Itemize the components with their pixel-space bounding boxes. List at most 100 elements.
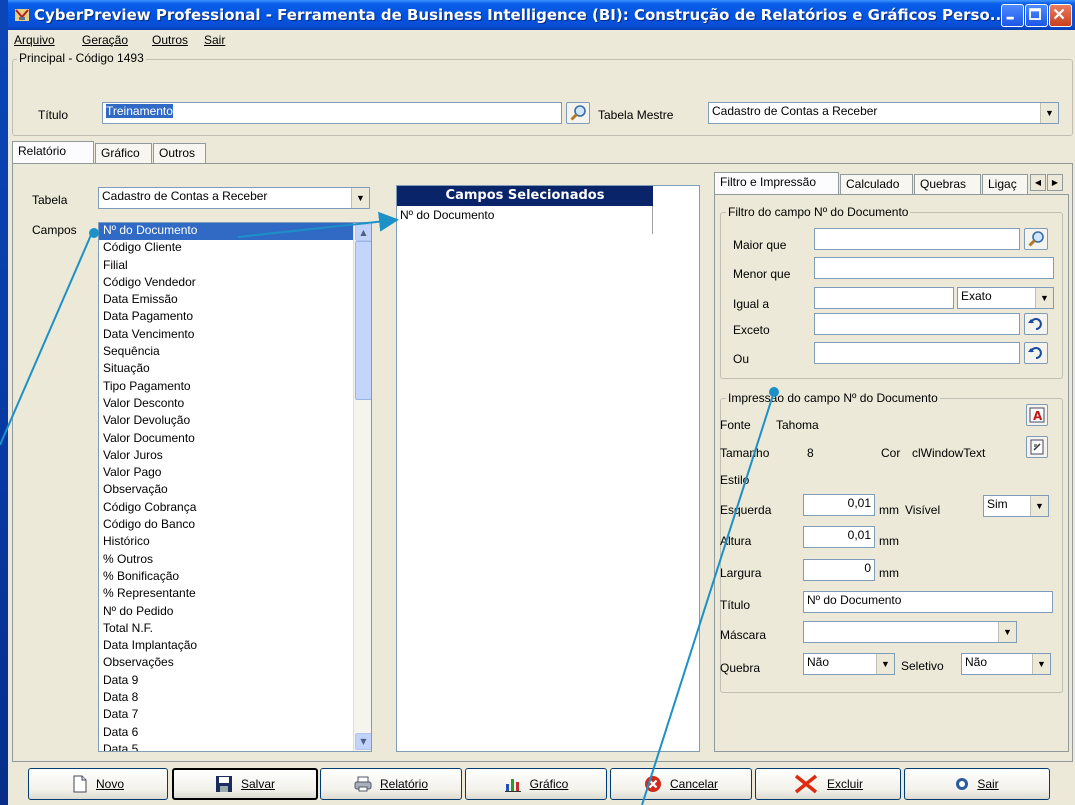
campos-scrollbar[interactable]: ▲ ▼ — [353, 223, 371, 751]
list-item[interactable]: Data Vencimento — [99, 327, 371, 344]
scroll-up-icon[interactable]: ▲ — [355, 224, 371, 241]
scroll-thumb[interactable] — [355, 241, 371, 400]
menor-que-input[interactable] — [814, 257, 1054, 279]
list-item[interactable]: Valor Juros — [99, 448, 371, 465]
scroll-down-icon[interactable]: ▼ — [355, 733, 371, 750]
chevron-down-icon[interactable]: ▼ — [351, 188, 369, 208]
list-item[interactable]: Nº do Pedido — [99, 604, 371, 621]
chevron-down-icon[interactable]: ▼ — [876, 654, 894, 674]
salvar-button[interactable]: Salvar — [172, 768, 318, 800]
tab-quebras[interactable]: Quebras — [914, 174, 981, 195]
close-button[interactable] — [1049, 4, 1072, 27]
igual-a-input[interactable] — [814, 287, 954, 309]
grafico-button[interactable]: Gráfico — [465, 768, 607, 800]
list-item[interactable]: Data 7 — [99, 707, 371, 724]
igual-mode-select[interactable]: Exato ▼ — [957, 287, 1054, 309]
visivel-select[interactable]: Sim ▼ — [983, 495, 1049, 517]
menu-geracao[interactable]: Geração — [82, 33, 128, 47]
list-item[interactable]: Código Vendedor — [99, 275, 371, 292]
selected-item[interactable]: Nº do Documento — [400, 208, 494, 222]
excluir-button[interactable]: Excluir — [755, 768, 901, 800]
list-item[interactable]: Data Emissão — [99, 292, 371, 309]
tab-calculado[interactable]: Calculado — [840, 174, 913, 195]
igual-mode-value: Exato — [961, 289, 992, 303]
tabela-mestre-select[interactable]: Cadastro de Contas a Receber ▼ — [708, 102, 1059, 124]
titulo-campo-input[interactable]: Nº do Documento — [803, 591, 1053, 613]
minimize-button[interactable] — [1001, 4, 1024, 27]
tab-ligacoes[interactable]: Ligaç — [982, 174, 1028, 195]
campos-selecionados-listbox[interactable]: Campos Selecionados Nº do Documento — [396, 185, 700, 752]
list-item[interactable]: Histórico — [99, 534, 371, 551]
maior-que-input[interactable] — [814, 228, 1020, 250]
list-item[interactable]: Código Cobrança — [99, 500, 371, 517]
titulo-input[interactable]: Treinamento — [102, 102, 562, 124]
list-item[interactable]: Código Cliente — [99, 240, 371, 257]
quebra-label: Quebra — [720, 661, 761, 675]
tab-relatorio[interactable]: Relatório — [12, 141, 94, 164]
altura-input[interactable]: 0,01 — [803, 526, 875, 548]
menu-sair[interactable]: Sair — [204, 33, 225, 47]
list-item[interactable]: Situação — [99, 361, 371, 378]
list-item[interactable]: Nº do Documento — [99, 223, 371, 241]
tab-outros[interactable]: Outros — [153, 143, 206, 164]
color-picker-icon — [1030, 439, 1044, 455]
mascara-select[interactable]: ▼ — [803, 621, 1017, 643]
exceto-undo-button[interactable] — [1024, 313, 1048, 335]
exceto-input[interactable] — [814, 313, 1020, 335]
cor-button[interactable] — [1026, 436, 1048, 458]
novo-button[interactable]: Novo — [28, 768, 168, 800]
menu-arquivo[interactable]: Arquivo — [14, 33, 55, 47]
fonte-button[interactable]: A — [1026, 404, 1048, 426]
list-item[interactable]: Valor Devolução — [99, 413, 371, 430]
chevron-down-icon[interactable]: ▼ — [1030, 496, 1048, 516]
list-item[interactable]: Filial — [99, 258, 371, 275]
list-item[interactable]: Data 9 — [99, 673, 371, 690]
list-item[interactable]: % Bonificação — [99, 569, 371, 586]
list-item[interactable]: % Representante — [99, 586, 371, 603]
maior-que-search-button[interactable] — [1024, 228, 1048, 250]
ou-input[interactable] — [814, 342, 1020, 364]
chevron-down-icon[interactable]: ▼ — [1035, 288, 1053, 308]
titulo-value: Treinamento — [106, 104, 173, 118]
titulo-label: Título — [38, 108, 69, 122]
list-item[interactable]: Data 8 — [99, 690, 371, 707]
list-item[interactable]: Código do Banco — [99, 517, 371, 534]
list-item[interactable]: Total N.F. — [99, 621, 371, 638]
list-item[interactable]: Observações — [99, 655, 371, 672]
cancelar-button[interactable]: Cancelar — [610, 768, 752, 800]
list-item[interactable]: % Outros — [99, 552, 371, 569]
titulo-search-button[interactable] — [566, 102, 590, 124]
tab-grafico[interactable]: Gráfico — [95, 143, 152, 164]
chevron-down-icon[interactable]: ▼ — [1040, 103, 1058, 123]
tab-scroll-left-icon[interactable]: ◀ — [1030, 174, 1046, 191]
list-item[interactable]: Data Pagamento — [99, 309, 371, 326]
list-item[interactable]: Valor Documento — [99, 431, 371, 448]
list-item[interactable]: Data 5 — [99, 742, 371, 751]
sair-button[interactable]: Sair — [904, 768, 1050, 800]
title-bar[interactable]: CyberPreview Professional - Ferramenta d… — [8, 0, 1075, 30]
tabela-select[interactable]: Cadastro de Contas a Receber ▼ — [98, 187, 370, 209]
list-item[interactable]: Sequência — [99, 344, 371, 361]
campos-listbox[interactable]: Nº do Documento Código Cliente Filial Códig… — [98, 222, 372, 752]
tab-scroll-right-icon[interactable]: ▶ — [1047, 174, 1063, 191]
list-item[interactable]: Observação — [99, 482, 371, 499]
chevron-down-icon[interactable]: ▼ — [1032, 654, 1050, 674]
list-item[interactable]: Valor Pago — [99, 465, 371, 482]
relatorio-button[interactable]: Relatório — [320, 768, 462, 800]
list-item[interactable]: Valor Desconto — [99, 396, 371, 413]
ou-undo-button[interactable] — [1024, 342, 1048, 364]
menu-bar: Arquivo Geração Outros Sair — [8, 30, 1075, 50]
largura-input[interactable]: 0 — [803, 559, 875, 581]
app-window: CyberPreview Professional - Ferramenta d… — [8, 0, 1075, 805]
esquerda-input[interactable]: 0,01 — [803, 494, 875, 516]
quebra-select[interactable]: Não ▼ — [803, 653, 895, 675]
list-item[interactable]: Data Implantação — [99, 638, 371, 655]
chevron-down-icon[interactable]: ▼ — [998, 622, 1016, 642]
tab-filtro-impressao[interactable]: Filtro e Impressão — [714, 172, 839, 195]
seletivo-select[interactable]: Não ▼ — [961, 653, 1051, 675]
list-item[interactable]: Tipo Pagamento — [99, 379, 371, 396]
menu-outros[interactable]: Outros — [152, 33, 188, 47]
list-item[interactable]: Data 6 — [99, 725, 371, 742]
tamanho-value: 8 — [807, 446, 814, 460]
maximize-button[interactable] — [1025, 4, 1048, 27]
